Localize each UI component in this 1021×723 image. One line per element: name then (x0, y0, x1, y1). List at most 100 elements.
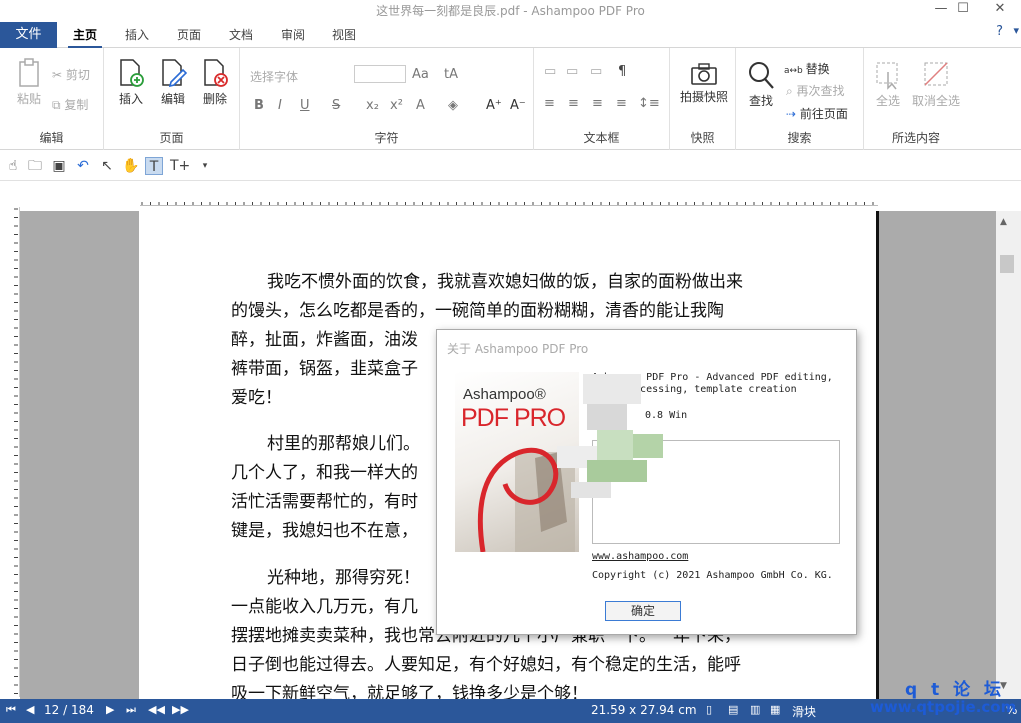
textbox-style-3-icon[interactable]: ▭ (590, 64, 602, 79)
edit-page-button[interactable]: 编辑 (156, 58, 190, 107)
strikethrough-icon[interactable]: S (332, 98, 340, 113)
group-search-label: 搜索 (787, 131, 812, 145)
cut-button[interactable]: ✂ 剪切 (52, 66, 90, 83)
underline-icon[interactable]: U (300, 98, 310, 113)
close-button[interactable]: ✕ (982, 0, 1018, 20)
collapse-ribbon-icon[interactable]: ▾ (1013, 24, 1019, 37)
italic-icon[interactable]: I (278, 98, 282, 113)
continuous-view-icon[interactable]: ▤ (728, 703, 738, 716)
prev-page-icon[interactable]: ◀ (26, 703, 34, 716)
hand-tool-icon[interactable]: ☝ (4, 157, 22, 175)
bold-icon[interactable]: B (254, 98, 264, 113)
align-left-icon[interactable]: ≡ (544, 96, 555, 111)
font-size-select[interactable] (354, 65, 406, 83)
open-folder-icon[interactable]: 🗀 (26, 157, 44, 175)
ruler-ticks (141, 202, 874, 205)
text-tool-icon[interactable]: T (145, 157, 163, 175)
paste-button[interactable]: 粘贴 (12, 58, 46, 107)
last-page-icon[interactable]: ⏭ (126, 703, 136, 717)
scroll-up-icon[interactable]: ▲ (1000, 217, 1007, 227)
mosaic-block (583, 374, 641, 404)
delete-page-button[interactable]: 删除 (198, 58, 232, 107)
logo-product: PDF PRO (461, 404, 566, 432)
tab-review[interactable]: 审阅 (276, 24, 310, 48)
tab-home[interactable]: 主页 (68, 24, 102, 48)
page-indicator[interactable]: 12 / 184 (44, 703, 94, 717)
tab-document[interactable]: 文档 (224, 24, 258, 48)
shrink-font-icon[interactable]: A⁻ (510, 98, 526, 113)
back-icon[interactable]: ◀◀ (148, 703, 165, 716)
font-color-icon[interactable]: A (416, 98, 425, 113)
pan-hand-icon[interactable]: ✋ (122, 157, 140, 175)
textbox-style-2-icon[interactable]: ▭ (566, 64, 578, 79)
arrow-right-icon: ⇢ (786, 107, 800, 121)
dialog-title: 关于 Ashampoo PDF Pro (447, 342, 589, 356)
textbox-style-1-icon[interactable]: ▭ (544, 64, 556, 79)
paragraph-icon[interactable]: ¶ (618, 64, 626, 79)
replace-label: 替换 (805, 62, 830, 76)
line-spacing-icon[interactable]: ↕≡ (638, 96, 660, 111)
save-icon[interactable]: ▣ (50, 157, 68, 175)
deselect-all-button[interactable]: 取消全选 (910, 60, 962, 109)
website-link[interactable]: www.ashampoo.com (592, 551, 688, 562)
ribbon: 粘贴 ✂ 剪切 ⧉ 复制 编辑 插入 编辑 删除 页面 选择字体 Aa tA B… (0, 48, 1021, 150)
font-size-icon[interactable]: Aa (412, 67, 429, 82)
superscript-icon[interactable]: x² (390, 98, 403, 113)
grow-font-icon[interactable]: A⁺ (486, 98, 502, 113)
select-all-label: 全选 (875, 94, 900, 108)
group-textbox-label: 文本框 (583, 131, 620, 145)
justify-icon[interactable]: ≡ (616, 96, 627, 111)
find-button[interactable]: 查找 (744, 60, 778, 109)
group-font-label: 字符 (374, 131, 399, 145)
title-bar: 这世界每一刻都是良辰.pdf - Ashampoo PDF Pro — ☐ ✕ (0, 0, 1021, 20)
customize-toolbar-icon[interactable]: ▾ (196, 157, 214, 175)
copy-button[interactable]: ⧉ 复制 (52, 96, 88, 113)
help-icon[interactable]: ? (996, 24, 1003, 39)
logo-brand: Ashampoo® (463, 386, 546, 403)
two-page-view-icon[interactable]: ▥ (750, 703, 760, 716)
edit-page-icon (162, 59, 187, 88)
tab-insert[interactable]: 插入 (120, 24, 154, 48)
undo-icon[interactable]: ↶ (74, 157, 92, 175)
tab-page[interactable]: 页面 (172, 24, 206, 48)
select-all-button[interactable]: 全选 (870, 60, 906, 109)
two-page-continuous-icon[interactable]: ▦ (770, 703, 780, 716)
font-family-select[interactable]: 选择字体 (250, 68, 298, 85)
ok-button[interactable]: 确定 (605, 601, 681, 621)
group-edit-label: 编辑 (39, 131, 64, 145)
snapshot-button[interactable]: 拍摄快照 (676, 62, 732, 105)
subscript-icon[interactable]: x₂ (366, 98, 379, 113)
next-page-icon[interactable]: ▶ (106, 703, 114, 716)
page-dimensions: 21.59 x 27.94 cm (591, 703, 697, 717)
text-line: 我吃不惯外面的饮食，我就喜欢媳妇做的饭，自家的面粉做出来 (267, 272, 743, 292)
tab-view[interactable]: 视图 (327, 24, 361, 48)
find-again-label: 再次查找 (796, 84, 845, 98)
add-text-icon[interactable]: T+ (170, 157, 190, 175)
scroll-thumb[interactable] (1000, 255, 1014, 273)
vertical-ruler-ticks (14, 208, 18, 694)
group-edit: 粘贴 ✂ 剪切 ⧉ 复制 编辑 (0, 48, 104, 150)
select-cursor-icon[interactable]: ↖ (98, 157, 116, 175)
insert-page-icon (120, 59, 144, 87)
align-right-icon[interactable]: ≡ (592, 96, 603, 111)
ribbon-tabs: 文件 主页 插入 页面 文档 审阅 视图 ? ▾ (0, 20, 1021, 48)
group-snapshot: 拍摄快照 快照 (670, 48, 736, 150)
first-page-icon[interactable]: ⏮ (6, 703, 16, 717)
file-tab[interactable]: 文件 (0, 22, 57, 48)
paste-label: 粘贴 (16, 92, 41, 106)
maximize-button[interactable]: ☐ (945, 0, 981, 20)
find-again-button[interactable]: ⌕ 再次查找 (786, 82, 845, 99)
text-direction-icon[interactable]: tA (444, 67, 458, 82)
mosaic-block (633, 434, 663, 458)
deselect-all-label: 取消全选 (911, 94, 960, 108)
align-center-icon[interactable]: ≡ (568, 96, 579, 111)
vertical-scrollbar[interactable]: ▲ ▼ (996, 211, 1021, 699)
scroll-mode-label[interactable]: 滑块 (792, 703, 816, 720)
insert-page-button[interactable]: 插入 (114, 58, 148, 107)
forward-icon[interactable]: ▶▶ (172, 703, 189, 716)
highlight-icon[interactable]: ◈ (448, 98, 458, 113)
goto-page-button[interactable]: ⇢ 前往页面 (786, 105, 848, 122)
single-page-view-icon[interactable]: ▯ (706, 703, 712, 716)
replace-button[interactable]: a↔b 替换 (784, 60, 830, 77)
mosaic-block (571, 482, 611, 498)
